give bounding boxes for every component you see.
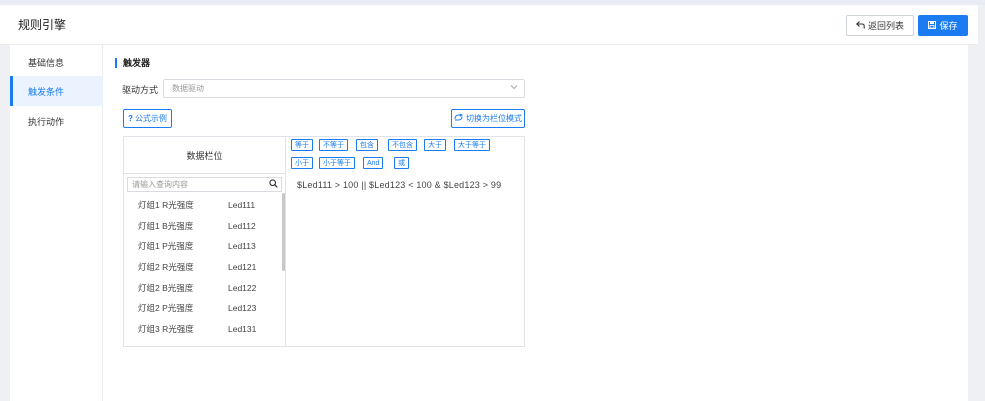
list-item[interactable]: 灯组1 R光强度 Led111 <box>124 195 284 216</box>
sidebar-item-label: 执行动作 <box>28 116 65 127</box>
field-list-scrollbar[interactable] <box>282 193 285 271</box>
right-gutter <box>968 45 985 401</box>
field-list: 灯组1 R光强度 Led111 灯组1 B光强度 Led112 灯组1 P光强度… <box>124 195 284 339</box>
sidebar-item-actions[interactable]: 执行动作 <box>10 106 103 136</box>
expression-panel: 等于 不等于 包含 不包含 大于 大于等于 小于 小于等于 And 或 $Led… <box>287 137 524 346</box>
list-item[interactable]: 灯组1 P光强度 Led113 <box>124 236 284 257</box>
field-name: 灯组2 R光强度 <box>138 262 194 273</box>
operator-not-equal-button[interactable]: 不等于 <box>319 139 348 151</box>
operator-or-button[interactable]: 或 <box>394 157 409 169</box>
operator-less-button[interactable]: 小于 <box>291 157 313 169</box>
chevron-down-icon <box>510 83 518 93</box>
drive-mode-value: 数据驱动 <box>172 84 204 93</box>
operator-not-contains-button[interactable]: 不包含 <box>388 139 417 151</box>
sidebar: 基础信息 触发条件 执行动作 <box>10 45 103 401</box>
list-item[interactable]: 灯组2 P光强度 Led123 <box>124 298 284 319</box>
operator-less-equal-button[interactable]: 小于等于 <box>319 157 355 169</box>
page-title: 规则引擎 <box>18 18 67 32</box>
field-code: Led123 <box>228 303 257 314</box>
list-item[interactable]: 灯组3 R光强度 Led131 <box>124 319 284 340</box>
help-icon: ? <box>128 114 133 123</box>
drive-mode-label: 驱动方式 <box>122 85 159 95</box>
field-name: 灯组1 P光强度 <box>138 241 194 252</box>
condition-expression[interactable]: $Led111 > 100 || $Led123 < 100 & $Led123… <box>297 180 501 190</box>
drive-mode-select[interactable]: 数据驱动 <box>163 79 525 98</box>
sidebar-item-label: 基础信息 <box>28 57 65 68</box>
field-code: Led131 <box>228 323 257 334</box>
switch-icon <box>454 113 464 123</box>
field-name: 灯组3 R光强度 <box>138 323 194 334</box>
sidebar-item-trigger-conditions[interactable]: 触发条件 <box>10 76 103 106</box>
search-icon[interactable] <box>269 179 278 190</box>
sidebar-item-label: 触发条件 <box>28 86 65 97</box>
formula-example-label: 公式示例 <box>134 114 167 123</box>
field-name: 灯组2 P光强度 <box>138 303 194 314</box>
field-name: 灯组2 B光强度 <box>138 282 194 293</box>
list-item[interactable]: 灯组2 B光强度 Led122 <box>124 277 284 298</box>
section-title-trigger: 触发器 <box>115 58 150 68</box>
condition-editor-panel: 数据栏位 请输入查询内容 灯组1 R光强度 Led111 灯组1 B光强度 Le… <box>123 136 525 347</box>
field-name: 灯组1 R光强度 <box>138 200 194 211</box>
save-label: 保存 <box>939 21 958 31</box>
save-button[interactable]: 保存 <box>918 15 968 36</box>
operator-and-button[interactable]: And <box>363 157 384 169</box>
save-icon <box>928 20 937 31</box>
field-list-panel: 数据栏位 请输入查询内容 灯组1 R光强度 Led111 灯组1 B光强度 Le… <box>124 137 286 346</box>
switch-field-mode-label: 切换为栏位模式 <box>466 114 522 123</box>
page-header: 规则引擎 返回列表 保存 <box>0 5 978 45</box>
formula-example-button[interactable]: ? 公式示例 <box>123 109 172 128</box>
field-search-placeholder: 请输入查询内容 <box>132 180 188 189</box>
field-search-input[interactable]: 请输入查询内容 <box>127 177 282 192</box>
list-item[interactable]: 灯组1 B光强度 Led112 <box>124 216 284 237</box>
sidebar-item-basic-info[interactable]: 基础信息 <box>10 47 103 77</box>
field-code: Led121 <box>228 262 257 273</box>
switch-field-mode-button[interactable]: 切换为栏位模式 <box>451 109 525 128</box>
field-code: Led113 <box>228 241 256 252</box>
list-item[interactable]: 灯组2 R光强度 Led121 <box>124 257 284 278</box>
operator-greater-button[interactable]: 大于 <box>424 139 446 151</box>
operator-greater-equal-button[interactable]: 大于等于 <box>454 139 490 151</box>
back-to-list-label: 返回列表 <box>867 21 904 31</box>
operator-contains-button[interactable]: 包含 <box>356 139 378 151</box>
field-name: 灯组1 B光强度 <box>138 220 194 231</box>
operator-equal-button[interactable]: 等于 <box>291 139 313 151</box>
field-column-header: 数据栏位 <box>124 137 285 174</box>
field-code: Led111 <box>228 200 256 211</box>
back-to-list-button[interactable]: 返回列表 <box>846 15 914 36</box>
field-code: Led122 <box>228 282 257 293</box>
back-arrow-icon <box>855 20 865 31</box>
field-code: Led112 <box>228 220 256 231</box>
